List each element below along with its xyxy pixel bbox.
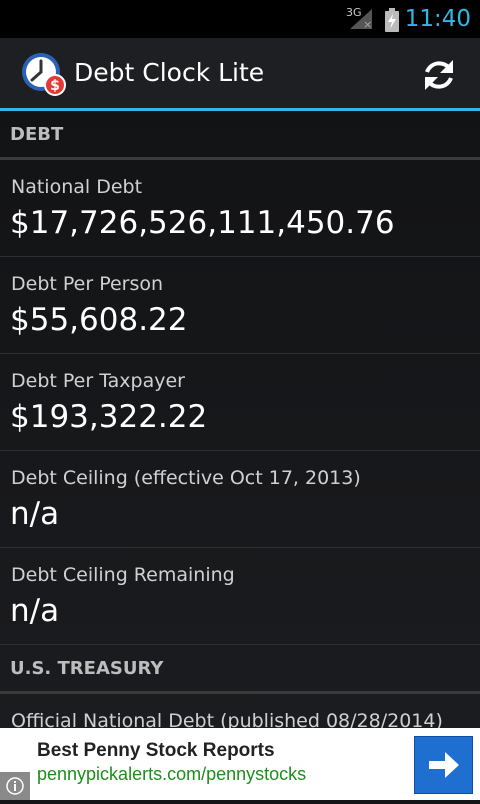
item-value: $55,608.22 <box>10 302 188 338</box>
action-bar: $ Debt Clock Lite <box>0 38 480 108</box>
section-header-treasury: U.S. TREASURY <box>0 645 480 694</box>
refresh-icon[interactable] <box>420 56 458 94</box>
list-item[interactable]: National Debt $17,726,526,111,450.76 <box>0 160 480 257</box>
section-header-debt: DEBT <box>0 111 480 160</box>
item-value: n/a <box>10 496 60 532</box>
ad-url[interactable]: pennypickalerts.com/pennystocks <box>37 764 306 785</box>
item-value: $17,726,526,111,450.76 <box>10 205 395 241</box>
status-clock: 11:40 <box>404 6 471 32</box>
clock-dollar-app-icon[interactable]: $ <box>20 50 68 98</box>
list-item[interactable]: Debt Per Person $55,608.22 <box>0 257 480 354</box>
svg-text:$: $ <box>50 78 60 94</box>
ad-info-button[interactable] <box>0 772 30 800</box>
item-label: National Debt <box>11 176 143 198</box>
signal-icon: × <box>350 9 372 31</box>
svg-text:×: × <box>363 18 372 31</box>
app-title: Debt Clock Lite <box>74 58 265 87</box>
section-title: U.S. TREASURY <box>10 658 164 679</box>
item-label: Official National Debt (published 08/28/… <box>11 710 443 728</box>
item-value: n/a <box>10 593 60 629</box>
status-bar: 3G × 11:40 <box>0 0 480 38</box>
ad-go-button[interactable] <box>414 736 473 794</box>
item-value: $193,322.22 <box>10 399 208 435</box>
list-item[interactable]: Official National Debt (published 08/28/… <box>0 694 480 728</box>
list-item[interactable]: Debt Per Taxpayer $193,322.22 <box>0 354 480 451</box>
section-title: DEBT <box>10 124 64 145</box>
arrow-right-icon <box>429 752 459 778</box>
ad-title[interactable]: Best Penny Stock Reports <box>37 740 275 762</box>
item-label: Debt Ceiling Remaining <box>11 564 235 586</box>
item-label: Debt Per Person <box>11 273 164 295</box>
battery-charging-icon <box>385 8 399 32</box>
ad-banner[interactable]: Best Penny Stock Reports pennypickalerts… <box>0 728 480 800</box>
list-item[interactable]: Debt Ceiling (effective Oct 17, 2013) n/… <box>0 451 480 548</box>
list-item[interactable]: Debt Ceiling Remaining n/a <box>0 548 480 645</box>
debt-list[interactable]: DEBT National Debt $17,726,526,111,450.7… <box>0 111 480 728</box>
info-icon <box>6 777 24 795</box>
item-label: Debt Ceiling (effective Oct 17, 2013) <box>11 467 361 489</box>
item-label: Debt Per Taxpayer <box>11 370 185 392</box>
